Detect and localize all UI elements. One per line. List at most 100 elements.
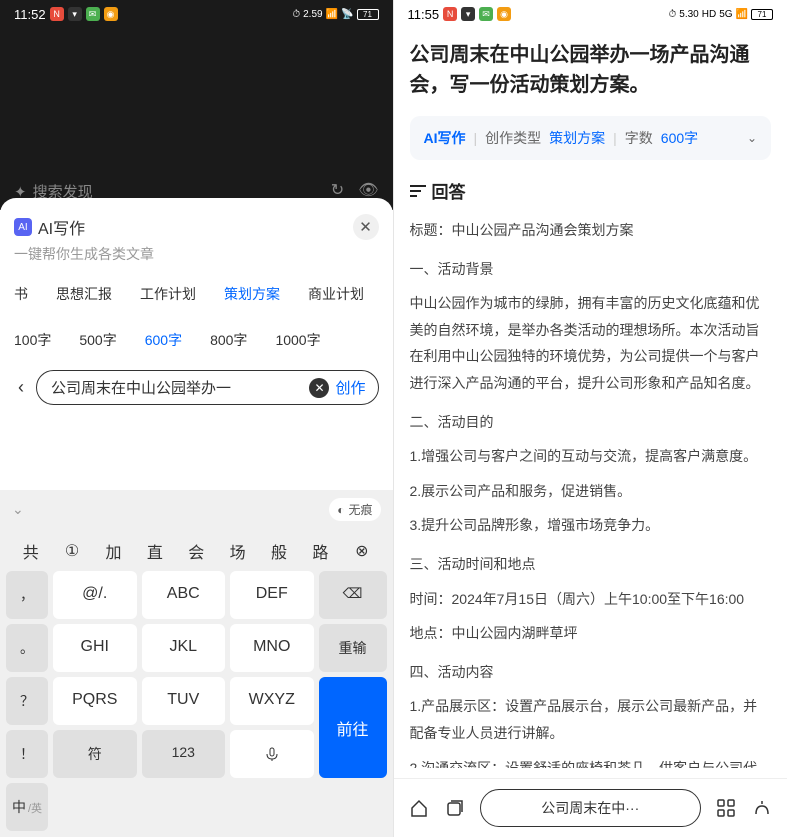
5g-icon: 5G bbox=[719, 9, 732, 20]
suggestion[interactable]: ① bbox=[51, 541, 92, 561]
answer-body: 标题：中山公园产品沟通会策划方案 一、活动背景 中山公园作为城市的绿肺，拥有丰富… bbox=[410, 217, 772, 768]
tab-book[interactable]: 书 bbox=[14, 278, 42, 310]
app-icon: ▾ bbox=[461, 7, 475, 21]
net-speed: 5.30 bbox=[679, 9, 698, 20]
wifi-icon: 📶 bbox=[736, 9, 748, 20]
key-backspace[interactable]: ⌫ bbox=[319, 571, 387, 619]
key-1[interactable]: @/. bbox=[53, 571, 137, 619]
key-8[interactable]: TUV bbox=[142, 677, 226, 725]
app-icon: N bbox=[443, 7, 457, 21]
tab-100[interactable]: 100字 bbox=[14, 324, 65, 356]
incognito-toggle[interactable]: ◐ 无痕 bbox=[329, 498, 380, 521]
ai-writing-panel: AI AI写作 ✕ 一键帮你生成各类文章 书 思想汇报 工作计划 策划方案 商业… bbox=[0, 198, 393, 417]
status-bar-right: 11:55 N ▾ ✉ ◉ ⏱ 5.30 HD 5G 📶 71 bbox=[394, 0, 787, 28]
key-2[interactable]: ABC bbox=[142, 571, 226, 619]
hd-icon: HD bbox=[702, 9, 716, 20]
tab-600[interactable]: 600字 bbox=[131, 324, 196, 356]
app-icon: N bbox=[50, 7, 64, 21]
key-language[interactable]: 中 /英 bbox=[6, 783, 48, 831]
type-value: 策划方案 bbox=[549, 128, 605, 148]
key-7[interactable]: PQRS bbox=[53, 677, 137, 725]
key-9[interactable]: WXYZ bbox=[230, 677, 314, 725]
menu-icon[interactable] bbox=[751, 797, 773, 819]
key-exclaim[interactable]: ！ bbox=[6, 730, 48, 778]
tab-thought-report[interactable]: 思想汇报 bbox=[42, 278, 126, 310]
suggestion[interactable]: 会 bbox=[176, 539, 217, 563]
home-icon[interactable] bbox=[408, 797, 430, 819]
wechat-icon: ✉ bbox=[86, 7, 100, 21]
key-5[interactable]: JKL bbox=[142, 624, 226, 672]
signal-icon: 📶 bbox=[326, 9, 338, 20]
status-alarm-icon: ⏱ bbox=[668, 9, 676, 20]
net-speed: 2.59 bbox=[303, 9, 322, 20]
type-label: 创作类型 bbox=[485, 128, 541, 148]
key-space[interactable] bbox=[230, 730, 314, 778]
key-symbol[interactable]: 符 bbox=[53, 730, 137, 778]
suggestion[interactable]: 加 bbox=[93, 539, 134, 563]
suggestion[interactable]: 路 bbox=[300, 539, 341, 563]
backspace-suggestion[interactable]: ⊗ bbox=[341, 541, 382, 561]
tabs-icon[interactable] bbox=[444, 797, 466, 819]
close-button[interactable]: ✕ bbox=[353, 214, 379, 240]
category-tabs: 书 思想汇报 工作计划 策划方案 商业计划 bbox=[14, 278, 379, 310]
key-comma[interactable]: ， bbox=[6, 571, 48, 619]
grid-icon[interactable] bbox=[715, 797, 737, 819]
key-reinput[interactable]: 重输 bbox=[319, 624, 387, 672]
keyboard-suggestions: 共 ① 加 直 会 场 般 路 ⊗ bbox=[6, 531, 387, 571]
tab-800[interactable]: 800字 bbox=[196, 324, 261, 356]
key-period[interactable]: 。 bbox=[6, 624, 48, 672]
weibo-icon: ◉ bbox=[104, 7, 118, 21]
divider: | bbox=[474, 130, 478, 146]
suggestion[interactable]: 场 bbox=[217, 539, 258, 563]
key-123[interactable]: 123 bbox=[142, 730, 226, 778]
status-time: 11:55 bbox=[408, 7, 440, 22]
suggestion[interactable]: 直 bbox=[134, 539, 175, 563]
wifi-icon: 📡 bbox=[341, 9, 353, 20]
mask-icon: ◐ bbox=[337, 503, 344, 517]
mic-icon bbox=[262, 747, 282, 761]
clear-input-button[interactable]: ✕ bbox=[309, 378, 329, 398]
wechat-icon: ✉ bbox=[479, 7, 493, 21]
key-3[interactable]: DEF bbox=[230, 571, 314, 619]
status-time: 11:52 bbox=[14, 7, 46, 22]
keyboard-collapse-icon[interactable]: ⌄ bbox=[12, 501, 24, 518]
nav-search-pill[interactable]: 公司周末在中··· bbox=[480, 789, 702, 827]
status-bar-left: 11:52 N ▾ ✉ ◉ ⏱ 2.59 📶 📡 71 bbox=[0, 0, 393, 28]
keyboard: ⌄ ◐ 无痕 共 ① 加 直 会 场 般 路 ⊗ ， @/. ABC DEF ⌫… bbox=[0, 490, 393, 837]
weibo-icon: ◉ bbox=[497, 7, 511, 21]
key-4[interactable]: GHI bbox=[53, 624, 137, 672]
ai-writing-label: AI写作 bbox=[424, 128, 466, 148]
tab-business-plan[interactable]: 商业计划 bbox=[294, 278, 378, 310]
tab-1000[interactable]: 1000字 bbox=[261, 324, 334, 356]
key-go[interactable]: 前往 bbox=[319, 677, 387, 778]
prompt-input-wrap[interactable]: 公司周末在中山公园举办一 ✕ 创作 bbox=[36, 370, 379, 405]
page-title: 公司周末在中山公园举办一场产品沟通会，写一份活动策划方案。 bbox=[410, 40, 772, 100]
count-value: 600字 bbox=[661, 128, 698, 148]
key-question[interactable]: ？ bbox=[6, 677, 48, 725]
ai-info-card[interactable]: AI写作 | 创作类型 策划方案 | 字数 600字 ⌄ bbox=[410, 116, 772, 160]
browser-dark-area: ✦ 搜索发现 ↻ 👁 bbox=[0, 28, 393, 210]
battery-indicator: 71 bbox=[751, 9, 773, 20]
divider: | bbox=[613, 130, 617, 146]
eye-icon[interactable]: 👁 bbox=[358, 180, 378, 200]
tab-500[interactable]: 500字 bbox=[65, 324, 130, 356]
tab-planning-scheme[interactable]: 策划方案 bbox=[210, 278, 294, 310]
ai-subtitle: 一键帮你生成各类文章 bbox=[14, 244, 379, 264]
chevron-down-icon[interactable]: ⌄ bbox=[747, 131, 757, 145]
ai-panel-title: AI AI写作 bbox=[14, 215, 85, 239]
prompt-input[interactable]: 公司周末在中山公园举办一 bbox=[51, 377, 303, 398]
battery-indicator: 71 bbox=[357, 9, 379, 20]
bottom-nav: 公司周末在中··· bbox=[394, 778, 787, 837]
key-6[interactable]: MNO bbox=[230, 624, 314, 672]
tab-work-plan[interactable]: 工作计划 bbox=[126, 278, 210, 310]
suggestion[interactable]: 般 bbox=[258, 539, 299, 563]
word-count-tabs: 100字 500字 600字 800字 1000字 bbox=[14, 324, 379, 356]
count-label: 字数 bbox=[625, 128, 653, 148]
create-button[interactable]: 创作 bbox=[335, 377, 369, 398]
status-alarm-icon: ⏱ bbox=[292, 9, 300, 20]
back-button[interactable]: ‹ bbox=[14, 373, 28, 402]
refresh-icon[interactable]: ↻ bbox=[331, 180, 344, 200]
suggestion[interactable]: 共 bbox=[10, 539, 51, 563]
list-icon bbox=[410, 184, 426, 198]
ai-logo-icon: AI bbox=[14, 218, 32, 236]
